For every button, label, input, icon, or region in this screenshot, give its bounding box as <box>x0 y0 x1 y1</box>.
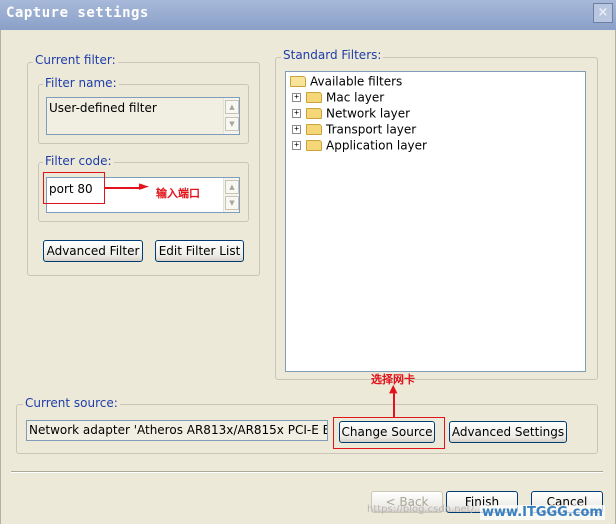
close-button[interactable]: × <box>593 3 613 23</box>
tree-root[interactable]: Available filters <box>290 74 402 90</box>
filter-code-highlight <box>43 172 105 204</box>
tree-item-label: Mac layer <box>326 90 385 105</box>
tree-item-network-layer[interactable]: + Network layer <box>292 106 410 122</box>
folder-icon <box>306 124 322 135</box>
filter-code-scrollbar[interactable]: ▲ ▼ <box>223 178 239 212</box>
tree-root-label: Available filters <box>310 74 403 89</box>
tree-item-label: Network layer <box>326 106 411 121</box>
open-folder-icon <box>290 76 306 87</box>
brand-watermark: www.ITGGG.com <box>480 505 605 520</box>
expand-icon[interactable]: + <box>292 93 301 102</box>
tree-item-label: Transport layer <box>326 122 417 137</box>
tree-item-transport-layer[interactable]: + Transport layer <box>292 122 416 138</box>
folder-icon <box>306 140 322 151</box>
filter-code-label: Filter code: <box>43 154 114 168</box>
tree-item-application-layer[interactable]: + Application layer <box>292 138 427 154</box>
current-source-field: Network adapter 'Atheros AR813x/AR815x P… <box>26 420 328 441</box>
folder-icon <box>306 92 322 103</box>
filter-name-field[interactable]: User-defined filter ▲ ▼ <box>46 97 240 135</box>
edit-filter-list-button[interactable]: Edit Filter List <box>155 240 244 262</box>
standard-filters-label: Standard Filters: <box>281 48 384 62</box>
expand-icon[interactable]: + <box>292 141 301 150</box>
expand-icon[interactable]: + <box>292 125 301 134</box>
expand-icon[interactable]: + <box>292 109 301 118</box>
scroll-down-icon[interactable]: ▼ <box>225 117 239 131</box>
arrow-head-icon: ► <box>139 179 149 194</box>
folder-icon <box>306 108 322 119</box>
filter-tree[interactable]: Available filters + Mac layer + Network la… <box>285 71 586 372</box>
advanced-settings-button[interactable]: Advanced Settings <box>449 421 567 443</box>
filter-name-scrollbar[interactable]: ▲ ▼ <box>223 98 239 134</box>
advanced-filter-button[interactable]: Advanced Filter <box>43 240 143 262</box>
current-source-label: Current source: <box>23 396 120 410</box>
window-title: Capture settings <box>6 5 149 21</box>
tree-item-mac-layer[interactable]: + Mac layer <box>292 90 384 106</box>
url-watermark: https://blog.csdn.net/... <box>367 504 484 515</box>
scroll-up-icon[interactable]: ▲ <box>225 180 239 194</box>
scroll-down-icon[interactable]: ▼ <box>225 196 239 210</box>
tree-item-label: Application layer <box>326 138 427 153</box>
filter-name-label: Filter name: <box>43 76 119 90</box>
change-source-arrow <box>393 392 395 417</box>
current-source-value: Network adapter 'Atheros AR813x/AR815x P… <box>29 423 328 437</box>
scroll-up-icon[interactable]: ▲ <box>225 100 239 114</box>
filter-name-value: User-defined filter <box>49 101 157 115</box>
filter-code-arrow <box>105 187 141 189</box>
current-filter-label: Current filter: <box>33 53 118 67</box>
change-source-highlight <box>333 417 445 449</box>
filter-code-note: 输入端口 <box>156 187 200 200</box>
footer-separator <box>11 471 603 473</box>
